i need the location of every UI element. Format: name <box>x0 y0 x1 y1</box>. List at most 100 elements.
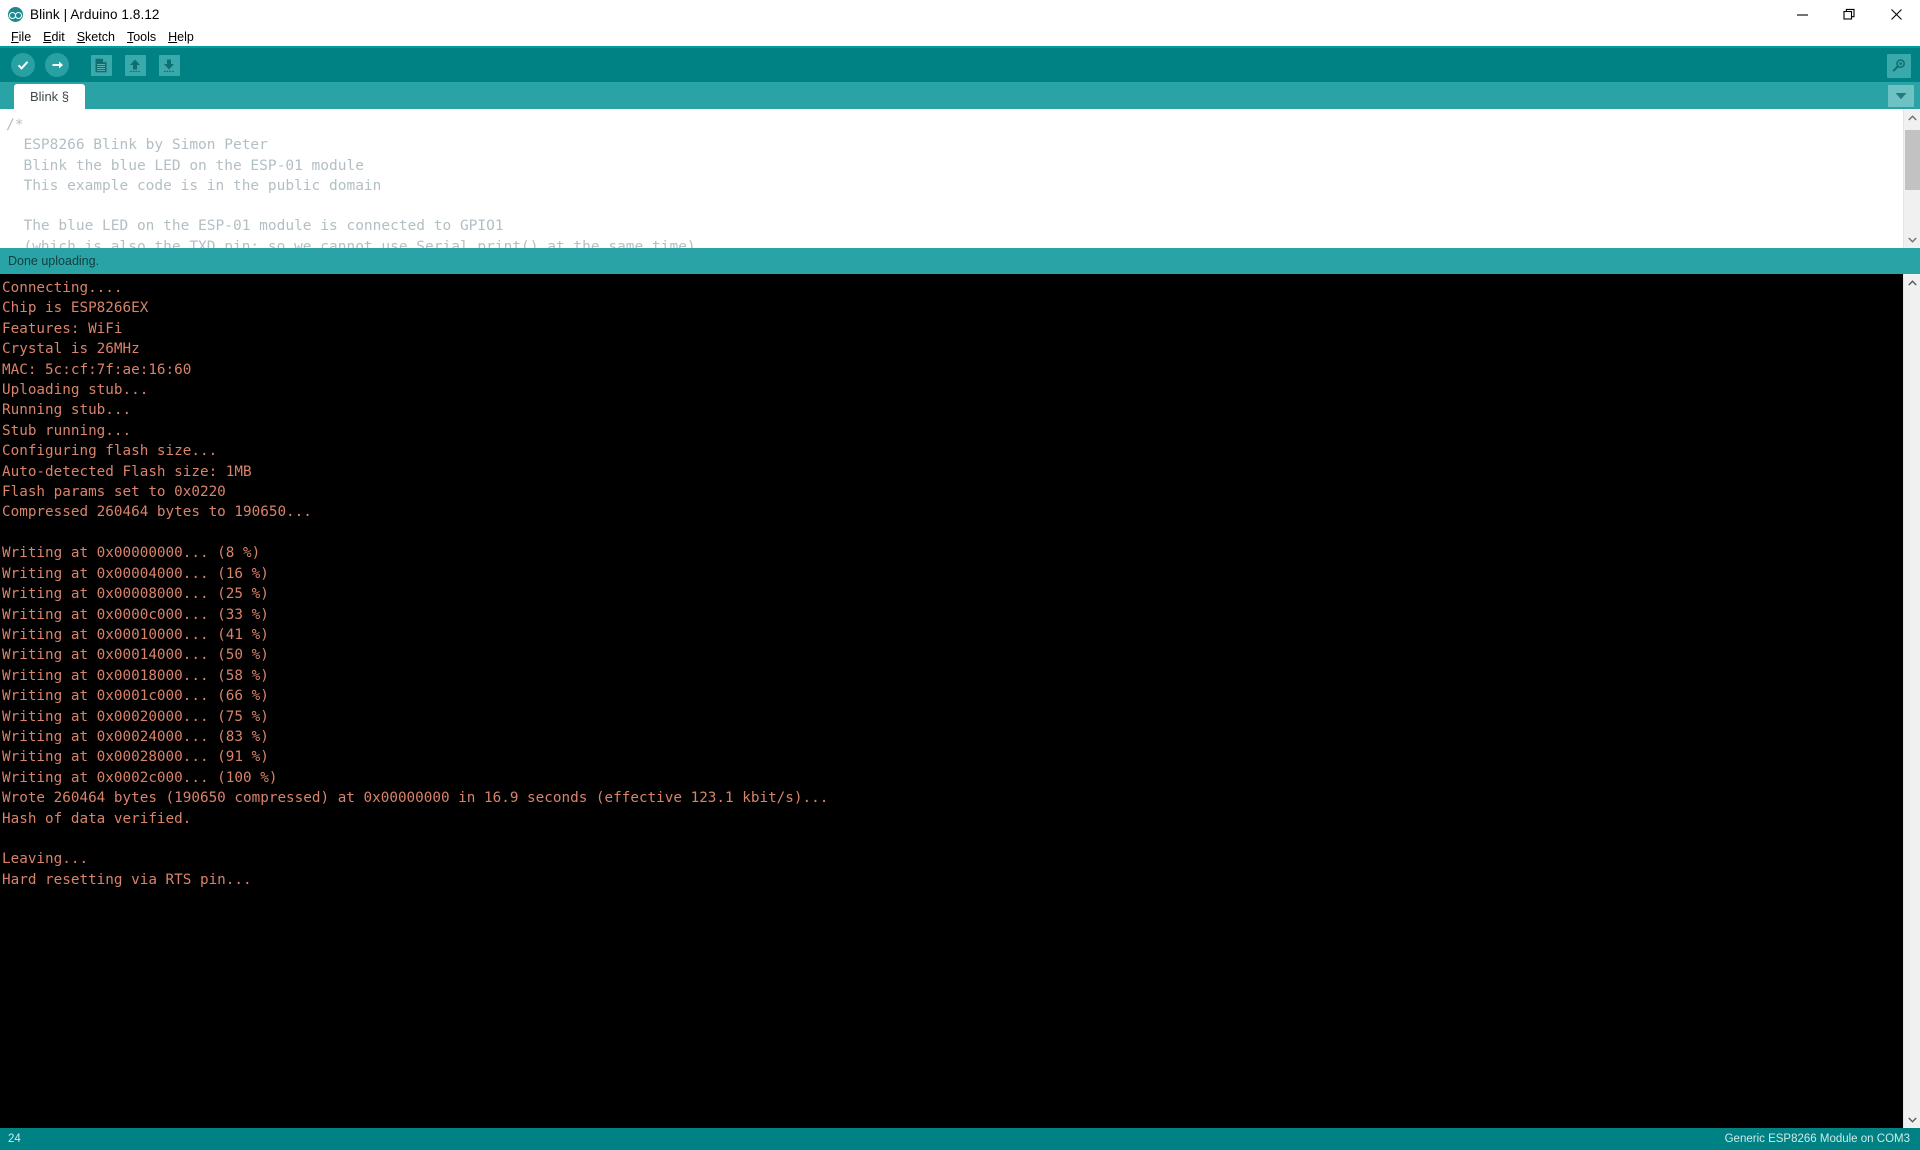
menu-item-tools[interactable]: Tools <box>121 29 162 46</box>
chevron-down-icon <box>1908 1117 1917 1123</box>
arrow-right-icon <box>50 58 64 72</box>
restore-icon <box>1843 8 1856 21</box>
code-line: Blink the blue LED on the ESP-01 module <box>6 156 1903 176</box>
arduino-infinity-logo-icon <box>8 7 23 22</box>
chevron-down-icon <box>1908 237 1917 243</box>
console-line: Hard resetting via RTS pin... <box>2 870 1903 890</box>
code-editor-area: /* ESP8266 Blink by Simon Peter Blink th… <box>0 109 1920 248</box>
minimize-button[interactable] <box>1779 0 1826 29</box>
console-line: Running stub... <box>2 400 1903 420</box>
console-line: Connecting.... <box>2 278 1903 298</box>
menu-label-rest: elp <box>177 30 194 44</box>
tab-bar: Blink § <box>0 82 1920 109</box>
console-line: Features: WiFi <box>2 319 1903 339</box>
code-editor[interactable]: /* ESP8266 Blink by Simon Peter Blink th… <box>0 109 1903 248</box>
editor-scrollbar[interactable] <box>1903 109 1920 248</box>
magnifier-icon <box>1891 58 1907 74</box>
console-line: Flash params set to 0x0220 <box>2 482 1903 502</box>
menu-mnemonic: F <box>11 30 19 44</box>
open-sketch-square <box>125 55 146 76</box>
title-bar: Blink | Arduino 1.8.12 <box>0 0 1920 29</box>
menu-mnemonic: S <box>77 30 85 44</box>
menu-item-help[interactable]: Help <box>162 29 200 46</box>
upload-button-circle <box>45 53 69 77</box>
console-line-blank <box>2 829 1903 849</box>
console-line: Wrote 260464 bytes (190650 compressed) a… <box>2 788 1903 808</box>
console-line: Writing at 0x00024000... (83 %) <box>2 727 1903 747</box>
console-line: Crystal is 26MHz <box>2 339 1903 359</box>
code-line: /* <box>6 115 1903 135</box>
console-line: Auto-detected Flash size: 1MB <box>2 462 1903 482</box>
console-area: Connecting.... Chip is ESP8266EX Feature… <box>0 274 1920 1128</box>
console-scroll-up-button[interactable] <box>1904 274 1920 291</box>
open-sketch-button[interactable] <box>118 48 152 82</box>
console-line: Writing at 0x0002c000... (100 %) <box>2 768 1903 788</box>
console-line: MAC: 5c:cf:7f:ae:16:60 <box>2 360 1903 380</box>
menu-item-sketch[interactable]: Sketch <box>71 29 121 46</box>
code-line <box>6 196 1903 216</box>
tab-list-dropdown-button[interactable] <box>1888 85 1914 107</box>
editor-scroll-down-button[interactable] <box>1904 231 1920 248</box>
new-sketch-square <box>91 55 112 76</box>
new-document-icon <box>94 58 108 73</box>
console-line: Stub running... <box>2 421 1903 441</box>
editor-scroll-thumb[interactable] <box>1905 130 1920 190</box>
console-scroll-track[interactable] <box>1904 291 1920 1111</box>
code-line: ESP8266 Blink by Simon Peter <box>6 135 1903 155</box>
title-bar-left: Blink | Arduino 1.8.12 <box>0 7 160 22</box>
menu-item-file[interactable]: File <box>5 29 37 46</box>
menu-mnemonic: E <box>43 30 51 44</box>
bottom-status-bar: 24 Generic ESP8266 Module on COM3 <box>0 1128 1920 1150</box>
console-output[interactable]: Connecting.... Chip is ESP8266EX Feature… <box>0 274 1903 1128</box>
console-line-blank <box>2 523 1903 543</box>
serial-monitor-button[interactable] <box>1887 54 1911 78</box>
chevron-down-icon <box>1895 92 1907 100</box>
console-line: Writing at 0x00008000... (25 %) <box>2 584 1903 604</box>
arrow-up-icon <box>128 58 142 73</box>
arduino-ide-window: Blink | Arduino 1.8.12 <box>0 0 1920 1150</box>
check-icon <box>16 58 30 72</box>
close-button[interactable] <box>1873 0 1920 29</box>
verify-button[interactable] <box>6 48 40 82</box>
maximize-button[interactable] <box>1826 0 1873 29</box>
editor-scroll-track[interactable] <box>1904 126 1920 231</box>
console-scroll-down-button[interactable] <box>1904 1111 1920 1128</box>
console-line: Writing at 0x00014000... (50 %) <box>2 645 1903 665</box>
chevron-up-icon <box>1908 115 1917 121</box>
console-scrollbar[interactable] <box>1903 274 1920 1128</box>
console-line: Uploading stub... <box>2 380 1903 400</box>
window-title: Blink | Arduino 1.8.12 <box>30 7 160 22</box>
window-controls <box>1779 0 1920 29</box>
console-line: Writing at 0x00020000... (75 %) <box>2 707 1903 727</box>
menu-label-rest: ools <box>133 30 156 44</box>
menu-label-rest: ile <box>19 30 32 44</box>
console-line: Writing at 0x00010000... (41 %) <box>2 625 1903 645</box>
console-line: Hash of data verified. <box>2 809 1903 829</box>
menu-label-rest: dit <box>52 30 65 44</box>
board-port-status: Generic ESP8266 Module on COM3 <box>1725 1133 1910 1145</box>
toolbar <box>0 46 1920 82</box>
console-line: Writing at 0x00004000... (16 %) <box>2 564 1903 584</box>
save-sketch-button[interactable] <box>152 48 186 82</box>
console-line: Writing at 0x00000000... (8 %) <box>2 543 1903 563</box>
console-line: Writing at 0x00028000... (91 %) <box>2 747 1903 767</box>
console-line: Chip is ESP8266EX <box>2 298 1903 318</box>
tab-blink[interactable]: Blink § <box>14 84 85 109</box>
menu-item-edit[interactable]: Edit <box>37 29 71 46</box>
verify-button-circle <box>11 53 35 77</box>
line-number-indicator: 24 <box>8 1133 21 1145</box>
close-icon <box>1890 8 1903 21</box>
code-line: (which is also the TXD pin; so we cannot… <box>6 237 1903 248</box>
editor-scroll-up-button[interactable] <box>1904 109 1920 126</box>
console-line: Writing at 0x0001c000... (66 %) <box>2 686 1903 706</box>
upload-button[interactable] <box>40 48 74 82</box>
code-line: The blue LED on the ESP-01 module is con… <box>6 216 1903 236</box>
menu-label-rest: ketch <box>85 30 115 44</box>
new-sketch-button[interactable] <box>84 48 118 82</box>
menu-mnemonic: H <box>168 30 177 44</box>
status-strip: Done uploading. <box>0 248 1920 274</box>
code-line: This example code is in the public domai… <box>6 176 1903 196</box>
console-line: Writing at 0x00018000... (58 %) <box>2 666 1903 686</box>
minimize-icon <box>1796 8 1809 21</box>
save-sketch-square <box>159 55 180 76</box>
